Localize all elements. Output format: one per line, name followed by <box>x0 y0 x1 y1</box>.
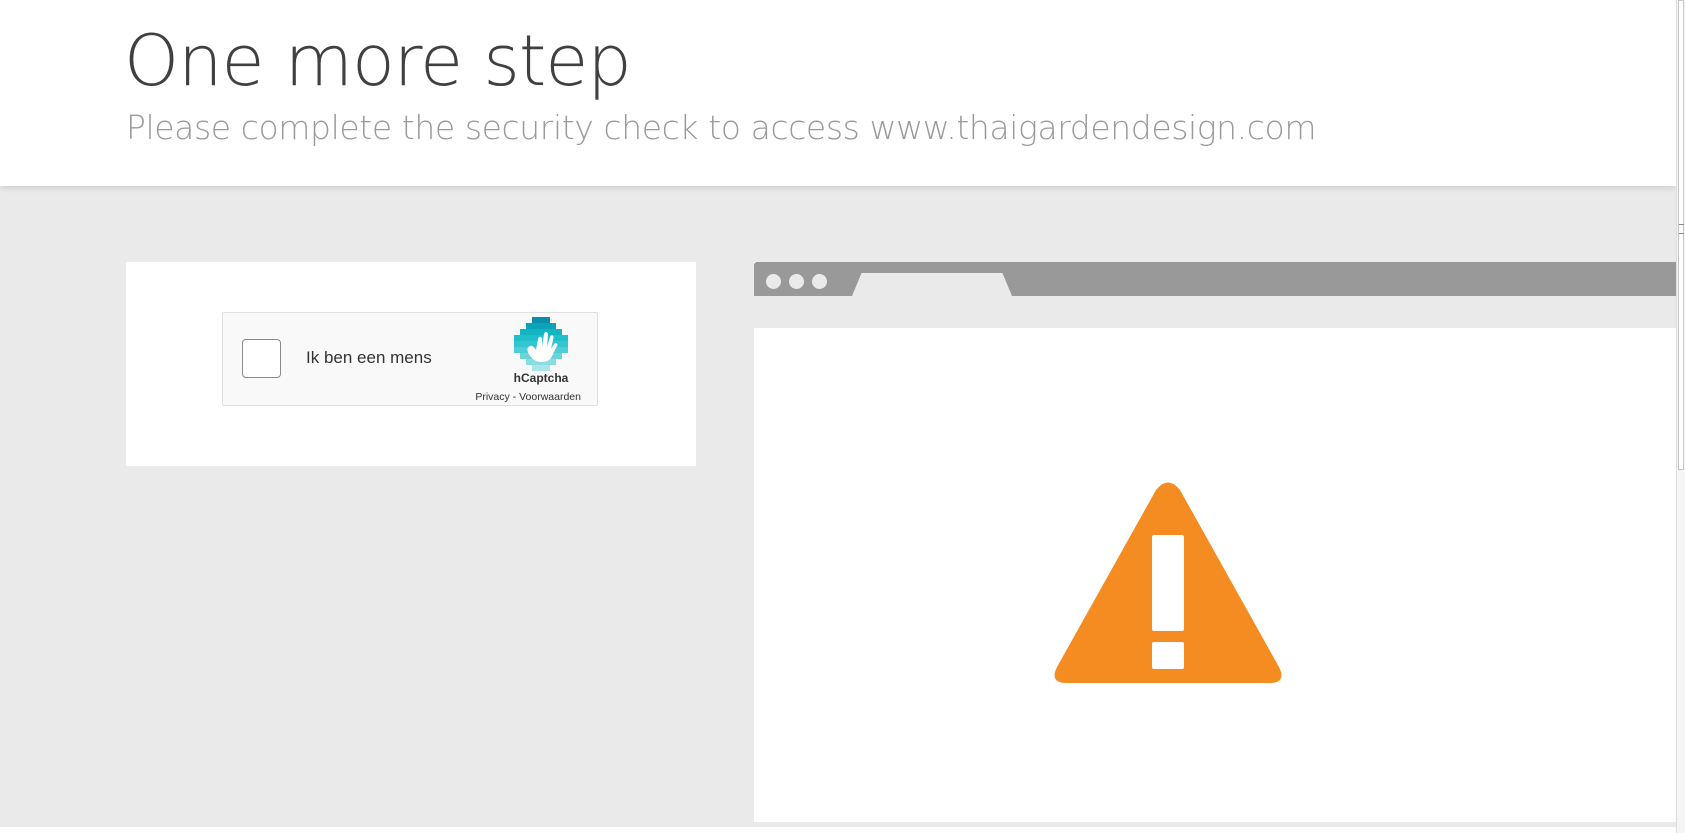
hcaptcha-hand-icon <box>514 317 568 371</box>
scrollbar-thumb[interactable] <box>1678 0 1684 470</box>
browser-tab <box>852 273 1012 296</box>
warning-icon <box>1054 482 1282 683</box>
hcaptcha-widget: Ik ben een mens hCaptcha Privacy - Voorw… <box>222 312 598 406</box>
scrollbar-grip-icon <box>1679 224 1684 234</box>
window-dot <box>789 274 804 289</box>
privacy-link[interactable]: Privacy <box>475 391 509 403</box>
terms-link[interactable]: Voorwaarden <box>519 391 581 403</box>
browser-title-bar <box>754 262 1676 296</box>
window-dot <box>766 274 781 289</box>
page: One more step Please complete the securi… <box>0 0 1676 833</box>
hcaptcha-brand: hCaptcha <box>513 371 569 385</box>
browser-illustration <box>754 262 1676 822</box>
page-subtitle: Please complete the security check to ac… <box>126 108 1317 147</box>
header: One more step Please complete the securi… <box>0 0 1676 186</box>
checkbox-label[interactable]: Ik ben een mens <box>306 348 432 368</box>
human-checkbox[interactable] <box>242 339 281 378</box>
hcaptcha-links: Privacy - Voorwaarden <box>475 391 581 403</box>
captcha-card: Ik ben een mens hCaptcha Privacy - Voorw… <box>126 262 696 466</box>
window-dot <box>812 274 827 289</box>
page-title: One more step <box>124 20 632 102</box>
link-separator: - <box>509 391 520 403</box>
main-content: Ik ben een mens hCaptcha Privacy - Voorw… <box>0 186 1676 827</box>
browser-toolbar <box>754 296 1676 328</box>
